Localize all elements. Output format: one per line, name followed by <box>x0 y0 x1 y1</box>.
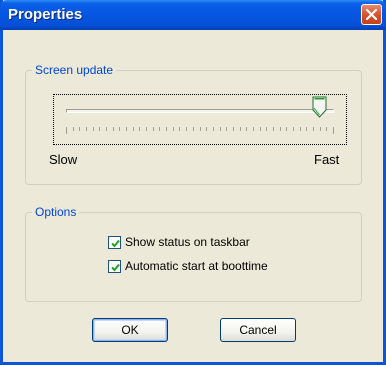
slider-tick <box>206 127 207 131</box>
slider-track <box>66 109 334 113</box>
slider-max-label: Fast <box>314 152 340 167</box>
slider-tick <box>226 127 227 131</box>
show-status-checkbox[interactable] <box>108 235 121 249</box>
slider-tick <box>200 127 201 131</box>
slider-tick <box>306 127 307 131</box>
auto-start-option[interactable]: Automatic start at boottime <box>108 258 268 274</box>
checkmark-icon <box>111 263 120 271</box>
options-label: Options <box>32 205 80 219</box>
slider-tick <box>119 127 120 131</box>
slider-tick <box>86 127 87 131</box>
slider-tick <box>79 127 80 131</box>
slider-tick <box>173 127 174 131</box>
slider-tick <box>260 127 261 131</box>
slider-tick <box>253 127 254 131</box>
slider-tick <box>73 127 74 131</box>
show-status-label: Show status on taskbar <box>125 235 250 249</box>
slider-tick <box>333 127 334 134</box>
slider-tick <box>313 127 314 131</box>
show-status-option[interactable]: Show status on taskbar <box>108 234 250 250</box>
slider-tick <box>240 127 241 131</box>
slider-tick <box>133 127 134 131</box>
slider-thumb[interactable] <box>312 96 327 118</box>
slider-tick <box>286 127 287 131</box>
speed-slider[interactable] <box>53 94 347 145</box>
slider-tick <box>213 127 214 131</box>
slider-tick <box>266 127 267 131</box>
slider-tick <box>99 127 100 131</box>
slider-tick <box>280 127 281 131</box>
title-bar[interactable]: Properties <box>0 0 386 30</box>
slider-tick <box>326 127 327 131</box>
slider-tick <box>139 127 140 131</box>
slider-tick <box>106 127 107 131</box>
auto-start-label: Automatic start at boottime <box>125 259 268 273</box>
slider-tick <box>179 127 180 131</box>
slider-tick <box>93 127 94 131</box>
close-icon <box>365 8 378 21</box>
slider-tick <box>293 127 294 131</box>
slider-tick <box>273 127 274 131</box>
slider-tick <box>186 127 187 131</box>
slider-tick <box>246 127 247 131</box>
screen-update-label: Screen update <box>32 63 117 77</box>
slider-ticks <box>66 127 334 134</box>
slider-min-label: Slow <box>49 152 78 167</box>
slider-tick <box>300 127 301 131</box>
slider-tick <box>113 127 114 131</box>
options-group: Options <box>25 205 362 302</box>
slider-tick <box>159 127 160 131</box>
slider-tick <box>146 127 147 131</box>
slider-tick <box>66 127 67 134</box>
cancel-button[interactable]: Cancel <box>220 318 296 342</box>
close-button[interactable] <box>361 4 382 25</box>
auto-start-checkbox[interactable] <box>108 259 121 273</box>
checkmark-icon <box>111 239 120 247</box>
ok-button[interactable]: OK <box>92 318 168 342</box>
slider-tick <box>153 127 154 131</box>
slider-tick <box>320 127 321 131</box>
slider-tick <box>193 127 194 131</box>
slider-tick <box>126 127 127 131</box>
window-title: Properties <box>8 6 83 23</box>
slider-tick <box>233 127 234 131</box>
slider-tick <box>166 127 167 131</box>
slider-tick <box>220 127 221 131</box>
